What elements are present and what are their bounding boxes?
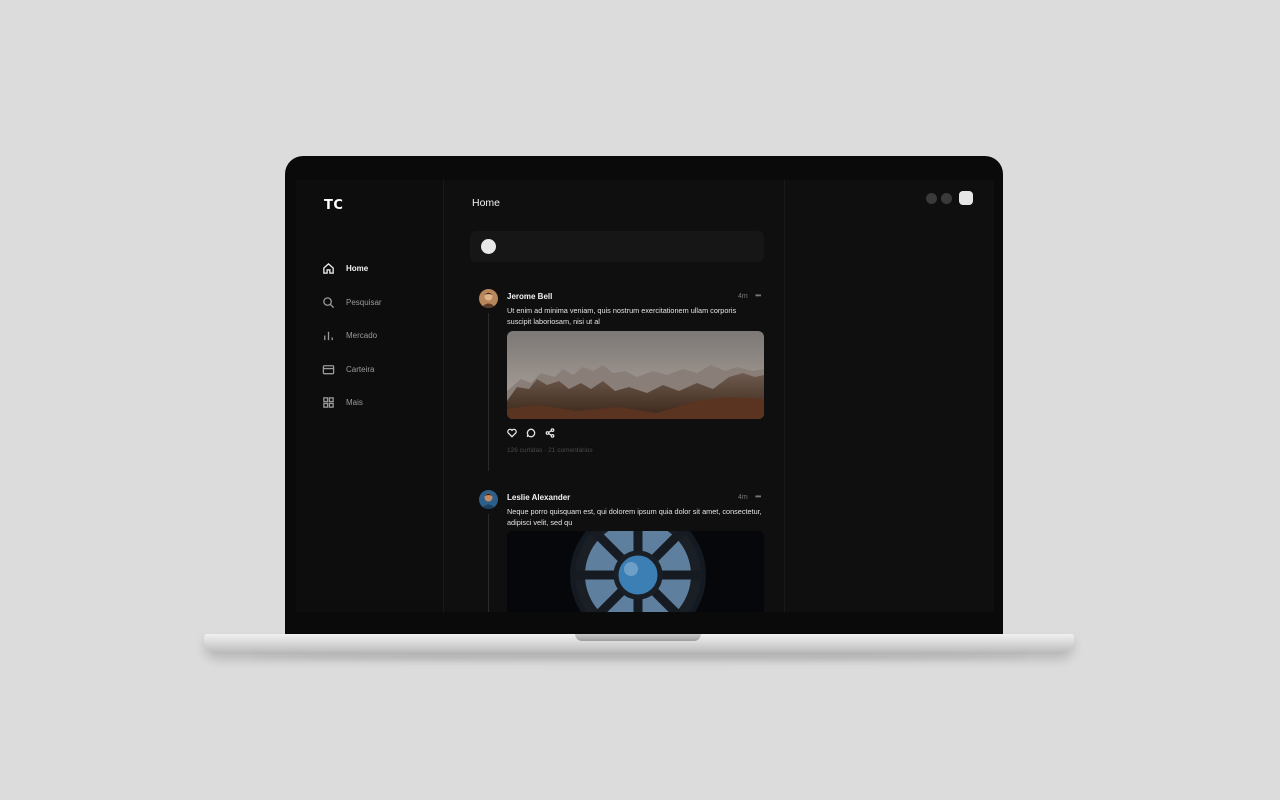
sidebar-item-home[interactable]: Home [322,252,382,286]
comment-icon[interactable] [526,428,536,438]
more-options-icon[interactable]: ••• [755,492,761,501]
window-controls [926,191,973,205]
sidebar-item-pesquisar[interactable]: Pesquisar [322,286,382,320]
app-screen: TC Home Pesquisar Mercado Carteira Mais [296,180,994,612]
sidebar-item-label: Pesquisar [346,297,382,307]
post-author[interactable]: Leslie Alexander [507,493,570,502]
laptop-base-notch [575,634,701,641]
sidebar-item-mercado[interactable]: Mercado [322,319,382,353]
sidebar: TC Home Pesquisar Mercado Carteira Mais [296,180,444,612]
post-actions [507,428,555,438]
wallet-icon [322,364,335,375]
window-dot[interactable] [941,192,952,204]
sidebar-item-mais[interactable]: Mais [322,386,382,420]
post-stats: 126 curtidas · 21 comentários [507,447,593,454]
post-image[interactable] [507,531,764,612]
home-icon [323,263,334,275]
sidebar-nav: Home Pesquisar Mercado Carteira Mais [322,252,382,420]
page-title: Home [472,197,501,209]
thread-line [488,313,489,471]
post-composer[interactable] [470,231,764,262]
sidebar-item-carteira[interactable]: Carteira [322,353,382,387]
avatar[interactable] [479,289,498,308]
sidebar-item-label: Carteira [346,364,375,374]
share-icon[interactable] [545,428,555,438]
heart-icon[interactable] [507,428,517,438]
post-author[interactable]: Jerome Bell [507,292,552,301]
laptop-shadow [250,654,1030,660]
more-options-icon[interactable]: ••• [755,291,761,300]
bar-chart-icon [324,332,333,341]
post-image[interactable] [507,331,764,419]
post-text: Neque porro quisquam est, qui dolorem ip… [507,507,762,527]
app-logo[interactable]: TC [324,198,343,213]
post-time: 4m [738,293,748,300]
grid-icon [323,397,334,409]
search-icon [323,296,335,308]
post-text: Ut enim ad minima veniam, quis nostrum e… [507,306,737,326]
feed-post: Jerome Bell 4m ••• Ut enim ad minima ven… [479,289,765,471]
post-time: 4m [738,494,748,501]
profile-button[interactable] [959,191,973,205]
sidebar-item-label: Home [346,264,369,274]
composer-avatar [481,239,496,254]
sidebar-item-label: Mercado [346,331,378,341]
thread-line [488,514,489,612]
sidebar-item-label: Mais [346,398,363,408]
feed-post: Leslie Alexander 4m ••• Neque porro quis… [479,490,765,612]
right-panel-divider [784,180,785,612]
window-dot[interactable] [926,192,937,204]
avatar[interactable] [479,490,498,509]
